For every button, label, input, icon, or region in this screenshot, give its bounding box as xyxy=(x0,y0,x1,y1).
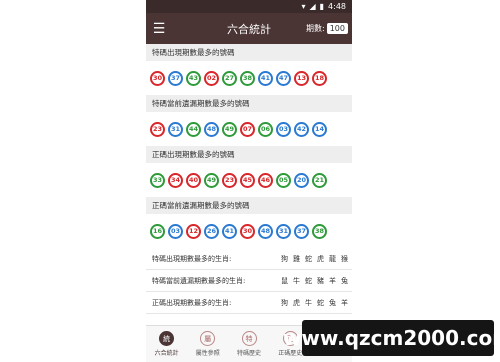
zodiac-item: 蛇 xyxy=(305,254,312,263)
menu-icon[interactable]: ☰ xyxy=(146,13,172,44)
number-ball[interactable]: 02 xyxy=(204,70,219,86)
zodiac-item: 雞 xyxy=(293,254,300,263)
nav-label: 屬性參照 xyxy=(195,350,220,357)
zodiac-items: 狗雞蛇虎龍猴 xyxy=(281,254,352,264)
phone-screen: ▾ ◢ ▮ 4:48 ☰ 六合統計 期數: 100 特碼出現期數最多的號碼 30 3… xyxy=(146,0,352,362)
number-ball[interactable]: 16 xyxy=(150,223,165,239)
number-ball[interactable]: 47 xyxy=(276,70,291,86)
zodiac-item: 牛 xyxy=(305,298,312,307)
section-title: 特碼當前遺漏期數最多的號碼 xyxy=(146,95,352,112)
zodiac-item: 牛 xyxy=(293,276,300,285)
number-sections: 特碼出現期數最多的號碼 30 37 43 02 27 38 41 47 13 18 特碼當前遺漏期數最… xyxy=(146,44,352,248)
number-ball[interactable]: 48 xyxy=(258,223,273,239)
status-bar: ▾ ◢ ▮ 4:48 xyxy=(146,0,352,13)
ball-row: 23 31 44 48 49 07 06 03 42 14 xyxy=(146,112,352,146)
zodiac-item: 龍 xyxy=(329,254,336,263)
zodiac-row: 特碼出現期數最多的生肖: 狗雞蛇虎龍猴 xyxy=(146,248,352,270)
zodiac-item: 虎 xyxy=(317,254,324,263)
zodiac-item: 羊 xyxy=(341,298,348,307)
number-ball[interactable]: 38 xyxy=(240,70,255,86)
number-ball[interactable]: 14 xyxy=(312,121,327,137)
number-ball[interactable]: 49 xyxy=(222,121,237,137)
number-ball[interactable]: 30 xyxy=(150,70,165,86)
ball-row: 30 37 43 02 27 38 41 47 13 18 xyxy=(146,61,352,95)
number-ball[interactable]: 46 xyxy=(258,172,273,188)
period-label: 期數: xyxy=(306,24,325,33)
number-ball[interactable]: 33 xyxy=(150,172,165,188)
number-ball[interactable]: 38 xyxy=(312,223,327,239)
number-ball[interactable]: 12 xyxy=(186,223,201,239)
zodiac-row: 特碼當前遺漏期數最多的生肖: 鼠牛蛇豬羊兔 xyxy=(146,270,352,292)
number-ball[interactable]: 07 xyxy=(240,121,255,137)
number-ball[interactable]: 03 xyxy=(276,121,291,137)
number-ball[interactable]: 23 xyxy=(150,121,165,137)
ball-row: 33 34 40 49 23 45 46 05 20 21 xyxy=(146,163,352,197)
zodiac-item: 狗 xyxy=(281,254,288,263)
zodiac-item: 虎 xyxy=(293,298,300,307)
zodiac-items: 狗虎牛蛇兔羊 xyxy=(281,298,352,308)
zodiac-sections: 特碼出現期數最多的生肖: 狗雞蛇虎龍猴特碼當前遺漏期數最多的生肖: 鼠牛蛇豬羊兔正碼… xyxy=(146,248,352,314)
section-title: 特碼出現期數最多的號碼 xyxy=(146,44,352,61)
wifi-icon: ▾ xyxy=(301,2,306,11)
nav-tab-icon: 統 xyxy=(159,331,175,346)
number-ball[interactable]: 21 xyxy=(312,172,327,188)
number-ball[interactable]: 44 xyxy=(186,121,201,137)
nav-item[interactable]: 特特碼歷史 xyxy=(228,326,269,362)
zodiac-row: 正碼出現期數最多的生肖: 狗虎牛蛇兔羊 xyxy=(146,292,352,314)
ball-row: 16 03 12 26 41 30 48 31 37 38 xyxy=(146,214,352,248)
zodiac-item: 猴 xyxy=(341,254,348,263)
number-ball[interactable]: 37 xyxy=(168,70,183,86)
zodiac-label: 特碼出現期數最多的生肖: xyxy=(152,254,232,263)
number-ball[interactable]: 03 xyxy=(168,223,183,239)
number-ball[interactable]: 13 xyxy=(294,70,309,86)
number-ball[interactable]: 43 xyxy=(186,70,201,86)
number-ball[interactable]: 06 xyxy=(258,121,273,137)
number-ball[interactable]: 41 xyxy=(258,70,273,86)
zodiac-item: 蛇 xyxy=(317,298,324,307)
status-time: 4:48 xyxy=(328,2,346,11)
number-ball[interactable]: 40 xyxy=(186,172,201,188)
number-ball[interactable]: 34 xyxy=(168,172,183,188)
zodiac-item: 羊 xyxy=(329,276,336,285)
nav-tab-icon: 屬 xyxy=(200,331,216,346)
nav-label: 特碼歷史 xyxy=(237,350,262,357)
zodiac-item: 兔 xyxy=(341,276,348,285)
number-ball[interactable]: 37 xyxy=(294,223,309,239)
zodiac-item: 豬 xyxy=(317,276,324,285)
zodiac-item: 狗 xyxy=(281,298,288,307)
zodiac-label: 特碼當前遺漏期數最多的生肖: xyxy=(152,276,246,285)
number-ball[interactable]: 49 xyxy=(204,172,219,188)
number-ball[interactable]: 20 xyxy=(294,172,309,188)
period-selector[interactable]: 期數: 100 xyxy=(306,23,348,34)
watermark: www.qzcm2000.com xyxy=(283,320,500,356)
zodiac-item: 蛇 xyxy=(305,276,312,285)
signal-icon: ◢ xyxy=(309,2,316,11)
number-ball[interactable]: 27 xyxy=(222,70,237,86)
number-ball[interactable]: 42 xyxy=(294,121,309,137)
zodiac-item: 兔 xyxy=(329,298,336,307)
app-bar: ☰ 六合統計 期數: 100 xyxy=(146,13,352,44)
nav-tab-icon: 特 xyxy=(241,331,257,346)
number-ball[interactable]: 26 xyxy=(204,223,219,239)
section-title: 正碼當前遺漏期數最多的號碼 xyxy=(146,197,352,214)
zodiac-item: 鼠 xyxy=(281,276,288,285)
number-ball[interactable]: 41 xyxy=(222,223,237,239)
number-ball[interactable]: 30 xyxy=(240,223,255,239)
nav-item[interactable]: 屬屬性參照 xyxy=(187,326,228,362)
number-ball[interactable]: 48 xyxy=(204,121,219,137)
number-ball[interactable]: 23 xyxy=(222,172,237,188)
number-ball[interactable]: 31 xyxy=(276,223,291,239)
number-ball[interactable]: 31 xyxy=(168,121,183,137)
number-ball[interactable]: 05 xyxy=(276,172,291,188)
battery-icon: ▮ xyxy=(319,2,325,11)
period-value[interactable]: 100 xyxy=(326,23,348,34)
section-title: 正碼出現期數最多的號碼 xyxy=(146,146,352,163)
nav-item[interactable]: 統六合統計 xyxy=(146,326,187,362)
zodiac-label: 正碼出現期數最多的生肖: xyxy=(152,298,232,307)
zodiac-items: 鼠牛蛇豬羊兔 xyxy=(281,276,352,286)
number-ball[interactable]: 45 xyxy=(240,172,255,188)
number-ball[interactable]: 18 xyxy=(312,70,327,86)
nav-label: 六合統計 xyxy=(154,350,179,357)
